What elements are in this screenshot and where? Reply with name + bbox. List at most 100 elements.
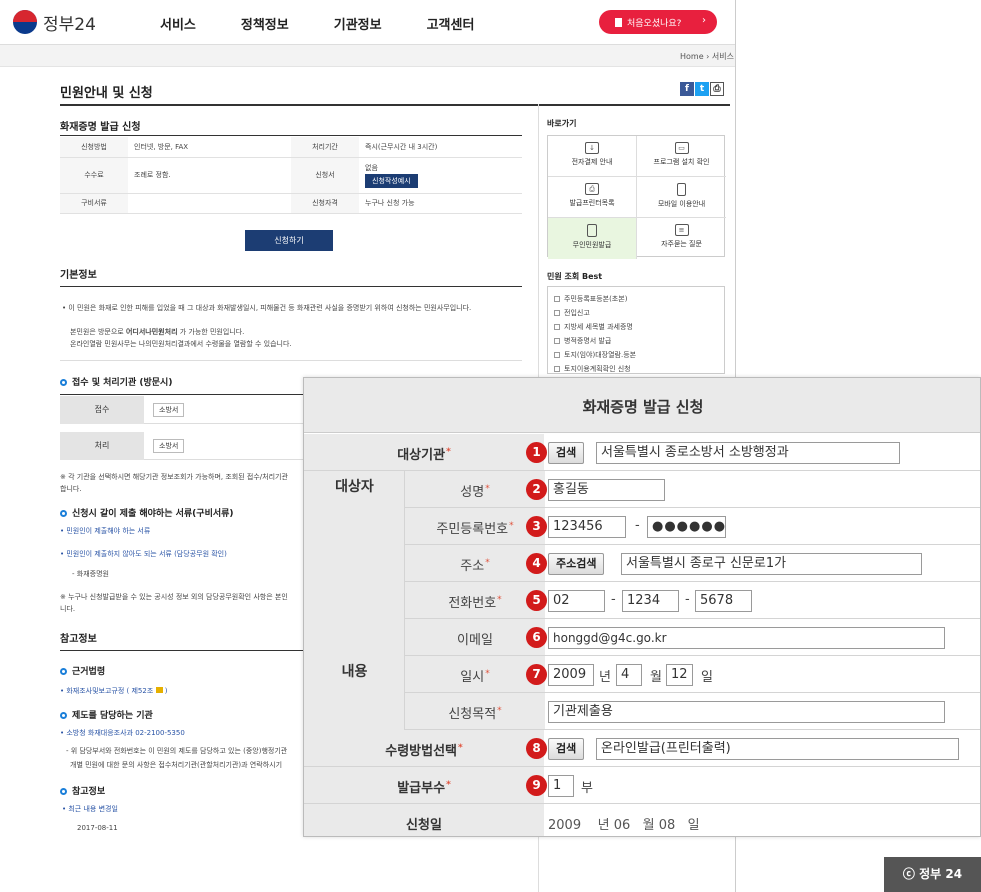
form-row-email: 이메일 6 honggd@g4c.go.kr — [405, 619, 980, 656]
purpose-input[interactable]: 기관제출용 — [548, 701, 945, 723]
list-item[interactable]: 병적증명서 발급 — [554, 334, 718, 348]
phone-last-input[interactable]: 5678 — [695, 590, 752, 612]
quick-link-program[interactable]: ▭ 프로그램 설치 확인 — [637, 136, 726, 177]
name-label-text: 성명 — [460, 485, 485, 500]
apply-date-label: 신청일 — [406, 818, 442, 833]
quick-label: 프로그램 설치 확인 — [653, 158, 710, 166]
fire-certificate-form: 화재증명 발급 신청 대상자 내용 대상기관* 1 검색 서울특별시 종로소방서… — [303, 377, 981, 837]
first-visit-button[interactable]: 처음오셨나요? › — [599, 10, 717, 34]
phone-area-input[interactable]: 02 — [548, 590, 605, 612]
step-number-7: 7 — [526, 664, 547, 685]
table-key: 신청자격 — [291, 193, 359, 214]
agency-chip[interactable]: 소방서 — [153, 439, 185, 453]
quick-link-printer[interactable]: ⎙ 발급프린터목록 — [548, 177, 637, 218]
table-key: 수수료 — [60, 157, 128, 194]
table-value: 인터넷, 방문, FAX — [128, 137, 291, 158]
nav-policy[interactable]: 정책정보 — [241, 14, 289, 33]
quick-link-payment[interactable]: ↓ 전자결제 안내 — [548, 136, 637, 177]
quick-label: 발급프린터목록 — [569, 199, 615, 207]
org-link[interactable]: • 소방청 화재대응조사과 02-2100-5350 — [60, 728, 185, 738]
address-label: 주소* — [405, 555, 545, 574]
quick-link-mobile[interactable]: 모바일 이용안내 — [637, 177, 726, 218]
email-input[interactable]: honggd@g4c.go.kr — [548, 627, 945, 649]
documents-link[interactable]: • 민원인이 제출하지 않아도 되는 서류 (담당공무원 확인) — [60, 549, 227, 559]
dash: - — [685, 592, 690, 607]
law-heading-text: 근거법령 — [72, 667, 106, 677]
kiosk-icon — [587, 224, 597, 237]
address-search-button[interactable]: 주소검색 — [548, 553, 605, 575]
dash: - — [635, 518, 640, 533]
law-link[interactable]: • 화재조사및보고규정 ( 제52조 ) — [60, 686, 167, 696]
text-bold: 어디서나민원처리 — [125, 328, 178, 336]
download-icon: ↓ — [585, 142, 599, 154]
org-note: - 위 담당부서와 전화번호는 이 민원의 제도를 담당하고 있는 (중앙)행정… — [66, 747, 288, 755]
rrn-label: 주민등록번호* — [405, 518, 545, 537]
step-number-8: 8 — [526, 738, 547, 759]
twitter-icon[interactable]: t — [695, 82, 709, 96]
form-row-phone: 전화번호* 5 02 - 1234 - 5678 — [405, 582, 980, 619]
list-item[interactable]: 주민등록표등본(초본) — [554, 292, 718, 306]
taegeuk-logo-icon — [13, 10, 37, 34]
required-mark: * — [485, 484, 490, 494]
copies-input[interactable]: 1 — [548, 775, 574, 797]
org-note: 개별 민원에 대한 문의 사항은 접수처리기관(관할처리기관)과 연락하시기 — [70, 761, 283, 769]
apply-button[interactable]: 신청하기 — [245, 230, 333, 251]
copyright-badge: ⓒ 정부 24 — [884, 857, 981, 892]
law-link-end: ) — [162, 687, 168, 695]
list-item-label: 토지(임야)대장열람.등본 — [564, 351, 637, 359]
monitor-icon: ▭ — [674, 142, 689, 154]
agency-chip[interactable]: 소방서 — [153, 403, 185, 417]
receive-input[interactable]: 온라인발급(프린터출력) — [596, 738, 959, 760]
logo-text: 정부24 — [43, 14, 96, 35]
year-input[interactable]: 2009 — [548, 664, 594, 686]
datetime-label-text: 일시 — [460, 670, 485, 685]
step-number-5: 5 — [526, 590, 547, 611]
facebook-icon[interactable]: f — [680, 82, 694, 96]
address-input[interactable]: 서울특별시 종로구 신문로1가 — [621, 553, 922, 575]
table-row: 수수료 조례로 정함. 신청서 없음 신청작성예시 — [60, 157, 522, 194]
name-input[interactable]: 홍길동 — [548, 479, 665, 501]
required-mark: * — [497, 706, 502, 716]
list-item[interactable]: 지방세 세목별 과세증명 — [554, 320, 718, 334]
apply-table-top-line — [60, 135, 522, 136]
agency-input[interactable]: 서울특별시 종로소방서 소방행정과 — [596, 442, 900, 464]
step-number-3: 3 — [526, 516, 547, 537]
print-icon[interactable]: ⎙ — [710, 82, 724, 96]
dash: - — [611, 592, 616, 607]
phone-mid-input[interactable]: 1234 — [622, 590, 679, 612]
receive-search-button[interactable]: 검색 — [548, 738, 585, 760]
purpose-label-text: 신청목적 — [448, 707, 497, 722]
day-input[interactable]: 12 — [666, 664, 693, 686]
nav-services[interactable]: 서비스 — [160, 14, 196, 33]
checkbox-icon — [554, 296, 560, 302]
checkbox-icon — [554, 310, 560, 316]
org-heading: 제도를 담당하는 기관 — [60, 708, 153, 721]
quick-link-kiosk[interactable]: 무인민원발급 — [548, 218, 637, 259]
list-item[interactable]: 토지이용계획확인 신청 — [554, 362, 718, 376]
rrn-back-input[interactable]: ●●●●●● — [647, 516, 726, 538]
quick-link-faq[interactable]: ≡ 자주묻는 질문 — [637, 218, 726, 259]
receive-label: 수령방법선택* — [304, 740, 544, 759]
day-unit: 일 — [701, 670, 713, 685]
year-unit: 년 — [599, 670, 611, 685]
basic-info-text: 온라인열람 민원사무는 나의민원처리결과에서 수령물을 열람할 수 있습니다. — [70, 340, 292, 348]
nav-agency[interactable]: 기관정보 — [334, 14, 382, 33]
nav-support[interactable]: 고객센터 — [427, 14, 475, 33]
list-item-label: 병적증명서 발급 — [564, 337, 612, 345]
month-input[interactable]: 4 — [616, 664, 642, 686]
apply-date-value: 2009 년 06 월 08 일 — [548, 818, 700, 833]
documents-link[interactable]: • 민원인이 제출해야 하는 서류 — [60, 526, 150, 536]
basic-info-text: 본민원은 방문으로 어디서나민원처리 가 가능한 민원입니다. — [70, 327, 244, 337]
list-item-label: 지방세 세목별 과세증명 — [564, 323, 633, 331]
basic-info-line — [60, 286, 522, 287]
breadcrumb[interactable]: Home › 서비스 — [680, 51, 734, 62]
agency-search-button[interactable]: 검색 — [548, 442, 585, 464]
form-example-button[interactable]: 신청작성예시 — [365, 173, 418, 188]
list-item[interactable]: 토지(임야)대장열람.등본 — [554, 348, 718, 362]
table-row: 구비서류 신청자격 누구나 신청 가능 — [60, 193, 522, 214]
required-mark: * — [509, 521, 514, 531]
site-logo[interactable]: 정부24 — [13, 9, 96, 35]
rrn-front-input[interactable]: 123456 — [548, 516, 626, 538]
list-item[interactable]: 전입신고 — [554, 306, 718, 320]
documents-subitem: - 화재증명원 — [72, 570, 109, 578]
